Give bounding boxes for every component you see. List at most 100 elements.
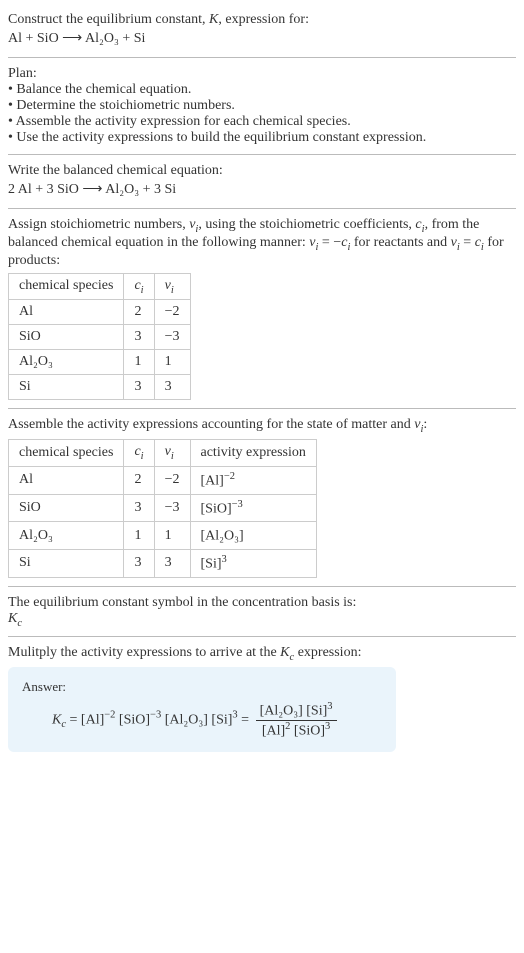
multiply-K: K (280, 645, 289, 660)
multiply-t1: Mulitply the activity expressions to arr… (8, 645, 280, 660)
cell-ci: 2 (124, 300, 154, 325)
ans-den2-exp: 3 (325, 721, 330, 732)
act-exp: −2 (224, 471, 235, 482)
divider (8, 57, 516, 58)
answer-equation: Kc = [Al]−2 [SiO]−3 [Al₂O₃] [Si]3 = [Al₂… (22, 701, 382, 739)
cell-ci: 3 (124, 494, 154, 522)
ans-eq2: = (238, 713, 253, 728)
divider (8, 586, 516, 587)
ans-eq: = (66, 713, 81, 728)
ans-fraction: [Al₂O₃] [Si]3[Al]2 [SiO]3 (256, 701, 337, 739)
cell-nui: −3 (154, 325, 190, 350)
cell-activity: [Si]3 (190, 549, 316, 577)
th-nui-sub: i (171, 284, 174, 295)
ans-den1: [Al] (262, 724, 285, 739)
kc-K: K (8, 611, 17, 626)
answer-label: Answer: (22, 679, 382, 695)
activity-table: chemical species ci νi activity expressi… (8, 439, 317, 577)
assign-rel2b: = (460, 235, 475, 250)
th-activity: activity expression (190, 440, 316, 467)
table-header-row: chemical species ci νi (9, 273, 191, 300)
ans-e1: −2 (104, 710, 115, 721)
table-row: Al₂O₃11 (9, 350, 191, 375)
act-exp: 3 (222, 554, 227, 565)
ans-e2: −3 (150, 710, 161, 721)
ans-t3: [Al₂O₃] [Si] (161, 713, 232, 728)
cell-species: Si (9, 375, 124, 400)
balanced-equation: 2 Al + 3 SiO ⟶ Al₂O₃ + 3 Si (8, 181, 516, 198)
divider (8, 154, 516, 155)
plan-bullet-4: • Use the activity expressions to build … (8, 130, 516, 146)
divider (8, 208, 516, 209)
th-nui-sub: i (171, 451, 174, 462)
assemble-text: Assemble the activity expressions accoun… (8, 417, 516, 435)
assign-section: Assign stoichiometric numbers, νi , using… (8, 211, 516, 406)
symbol-text: The equilibrium constant symbol in the c… (8, 595, 516, 611)
cell-nui: 3 (154, 549, 190, 577)
assemble-section: Assemble the activity expressions accoun… (8, 411, 516, 583)
act-base: [SiO] (201, 501, 232, 516)
balanced-section: Write the balanced chemical equation: 2 … (8, 157, 516, 206)
cell-ci: 1 (124, 522, 154, 550)
table-row: Al2−2[Al]−2 (9, 466, 317, 494)
assign-rel1b: = − (318, 235, 341, 250)
ans-num: [Al₂O₃] [Si]3 (256, 701, 337, 721)
th-ci: ci (124, 273, 154, 300)
cell-activity: [Al]−2 (190, 466, 316, 494)
ans-K: K (52, 713, 61, 728)
intro-section: Construct the equilibrium constant, K, e… (8, 4, 516, 55)
ans-t1: [Al] (81, 713, 104, 728)
intro-K: K (209, 12, 218, 27)
plan-section: Plan: • Balance the chemical equation. •… (8, 60, 516, 152)
cell-nui: 1 (154, 522, 190, 550)
stoich-table: chemical species ci νi Al2−2 SiO3−3 Al₂O… (8, 273, 191, 401)
plan-bullet-1: • Balance the chemical equation. (8, 82, 516, 98)
cell-nui: 3 (154, 375, 190, 400)
table-row: Si33 (9, 375, 191, 400)
assign-t4: for reactants and (350, 235, 450, 250)
assign-text: Assign stoichiometric numbers, νi, using… (8, 217, 516, 269)
divider (8, 636, 516, 637)
cell-species: SiO (9, 325, 124, 350)
cell-nui: −3 (154, 494, 190, 522)
table-row: SiO3−3 (9, 325, 191, 350)
cell-nui: −2 (154, 300, 190, 325)
answer-box: Answer: Kc = [Al]−2 [SiO]−3 [Al₂O₃] [Si]… (8, 667, 396, 751)
assign-t2: , using the stoichiometric coefficients, (198, 217, 415, 232)
act-exp: −3 (232, 499, 243, 510)
plan-title: Plan: (8, 66, 516, 82)
table-row: Si33[Si]3 (9, 549, 317, 577)
ans-t2: [SiO] (115, 713, 150, 728)
th-nui: νi (154, 273, 190, 300)
cell-nui: −2 (154, 466, 190, 494)
table-row: Al2−2 (9, 300, 191, 325)
ans-den2: [SiO] (290, 724, 325, 739)
cell-species: SiO (9, 494, 124, 522)
cell-species: Al₂O₃ (9, 350, 124, 375)
assemble-t2: : (423, 417, 427, 432)
cell-species: Si (9, 549, 124, 577)
ans-den: [Al]2 [SiO]3 (256, 721, 337, 740)
intro-equation: Al + SiO ⟶ Al₂O₃ + Si (8, 30, 516, 47)
cell-species: Al (9, 300, 124, 325)
cell-ci: 1 (124, 350, 154, 375)
act-base: [Al₂O₃] (201, 529, 244, 544)
table-header-row: chemical species ci νi activity expressi… (9, 440, 317, 467)
act-base: [Al] (201, 474, 224, 489)
assign-t1: Assign stoichiometric numbers, (8, 217, 189, 232)
table-row: Al₂O₃11[Al₂O₃] (9, 522, 317, 550)
symbol-section: The equilibrium constant symbol in the c… (8, 589, 516, 635)
divider (8, 408, 516, 409)
cell-activity: [Al₂O₃] (190, 522, 316, 550)
assemble-t1: Assemble the activity expressions accoun… (8, 417, 414, 432)
ans-num-exp: 3 (327, 701, 332, 712)
multiply-text: Mulitply the activity expressions to arr… (8, 645, 516, 663)
intro-part1: Construct the equilibrium constant, (8, 12, 209, 27)
intro-part2: , expression for: (218, 12, 309, 27)
cell-ci: 3 (124, 325, 154, 350)
multiply-t2: expression: (294, 645, 361, 660)
cell-ci: 2 (124, 466, 154, 494)
cell-ci: 3 (124, 549, 154, 577)
ans-num-base: [Al₂O₃] [Si] (260, 704, 328, 719)
th-ci-sub: i (141, 284, 144, 295)
